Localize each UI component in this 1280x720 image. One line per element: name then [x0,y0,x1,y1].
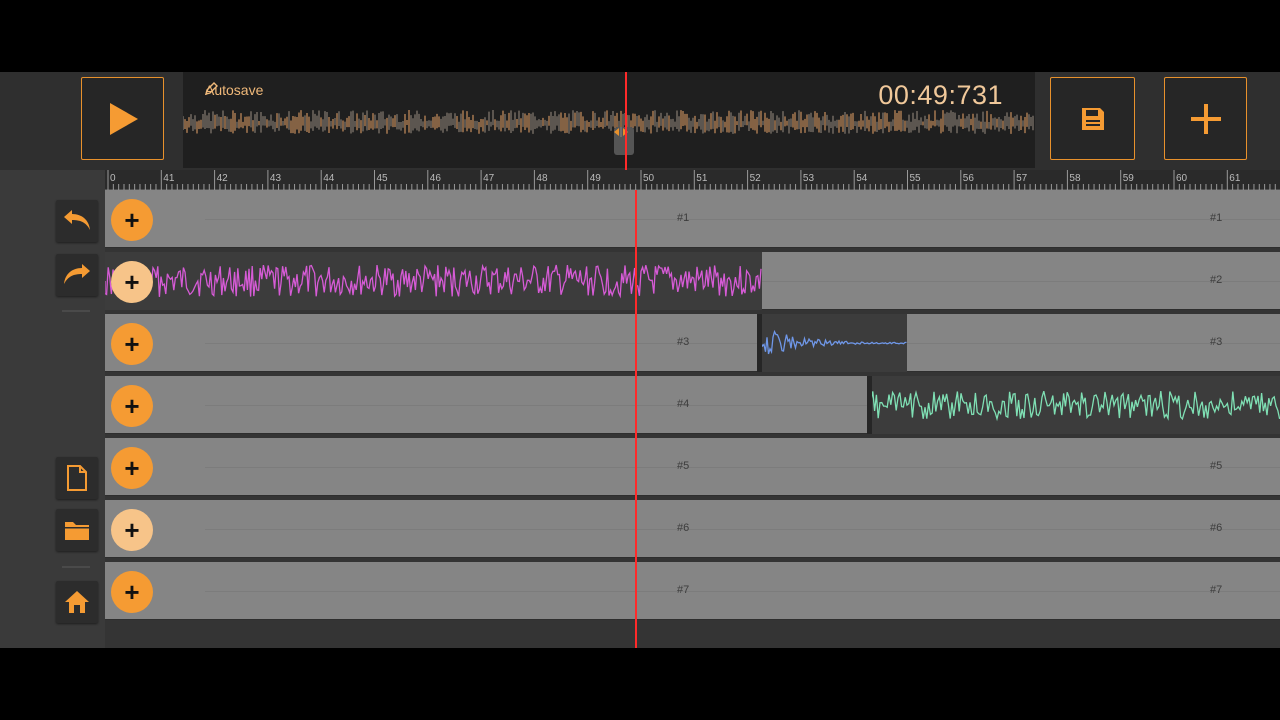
clip-trim-handle[interactable] [757,314,762,372]
track-6[interactable]: #6 #6 + [105,500,1280,558]
waveform-path [870,390,1280,422]
top-toolbar: Autosave 00:49:731 [0,72,1280,170]
track-center-line [205,219,1280,220]
save-button[interactable] [1050,77,1135,160]
file-icon [67,465,87,491]
play-icon [109,102,138,135]
undo-button[interactable] [56,200,98,242]
ruler-tick-label: 41 [163,173,175,184]
toolbar-separator [62,310,90,312]
track-label: #5 [1210,460,1223,472]
time-ruler[interactable]: 0 41 42 43 44 45 46 47 48 49 50 51 52 53 54 55 56 57 58 59 6… [105,170,1280,190]
track-label: #4 [677,398,690,410]
track-center-line [205,343,1280,344]
playhead[interactable] [635,190,637,648]
autosave-toggle[interactable]: Autosave [205,82,263,98]
home-icon [65,591,89,613]
play-button[interactable] [81,77,164,160]
ruler-tick-label: 52 [750,173,762,184]
toolbar-separator [62,566,90,568]
waveform-path [105,263,762,299]
ruler-tick-label: 43 [270,173,282,184]
overview-waveform[interactable]: Autosave 00:49:731 [183,72,1035,168]
open-folder-button[interactable] [56,509,98,551]
add-track-button[interactable] [1164,77,1247,160]
playhead-overview[interactable] [625,72,627,170]
plus-icon [1190,103,1221,134]
track-center-line [205,591,1280,592]
ruler-tick-label: 60 [1176,173,1188,184]
ruler-tick-label: 54 [856,173,868,184]
ruler-tick-label: 42 [217,173,229,184]
track-3[interactable]: #3 #3 + [105,314,1280,372]
time-display: 00:49:731 [878,80,1003,110]
track-label: #7 [677,584,690,596]
add-clip-button[interactable]: + [111,323,153,365]
ruler-tick-label: 0 [110,173,116,184]
audio-editor: Autosave 00:49:731 0 41 42 43 44 45 46 47 48 49 50… [0,72,1280,648]
track-label: #6 [677,522,690,534]
ruler-tick-label: 44 [323,173,335,184]
pencil-icon [205,82,218,95]
clip-waveform [870,390,1280,422]
add-clip-button[interactable]: + [111,199,153,241]
track-label: #3 [677,336,690,348]
audio-clip[interactable] [105,252,762,310]
clip-waveform [760,329,907,355]
ruler-tick-label: 59 [1123,173,1135,184]
ruler-tick-label: 55 [910,173,922,184]
track-label: #1 [677,212,690,224]
audio-clip[interactable] [867,376,1280,434]
home-button[interactable] [56,581,98,623]
clip-trim-handle[interactable] [867,376,872,434]
track-2[interactable]: #2 #2 + [105,252,1280,310]
track-5[interactable]: #5 #5 + [105,438,1280,496]
ruler-tick-label: 51 [696,173,708,184]
track-label: #5 [677,460,690,472]
track-center-line [205,529,1280,530]
waveform-path [760,329,907,355]
time-ruler-ticks: 0 41 42 43 44 45 46 47 48 49 50 51 52 53 54 55 56 57 58 59 6… [107,170,1276,190]
add-clip-button[interactable]: + [111,261,153,303]
ruler-tick-label: 56 [963,173,975,184]
track-1[interactable]: #1 #1 + [105,190,1280,248]
ruler-tick-label: 49 [590,173,602,184]
ruler-tick-label: 57 [1016,173,1028,184]
new-file-button[interactable] [56,457,98,499]
ruler-tick-label: 53 [803,173,815,184]
track-label: #2 [1210,274,1223,286]
ruler-tick-label: 58 [1069,173,1081,184]
track-center-line [205,467,1280,468]
track-4[interactable]: #4 #4 + [105,376,1280,434]
track-7[interactable]: #7 #7 + [105,562,1280,620]
undo-icon [64,210,90,230]
track-area: #1 #1 + #2 #2 + #3 #3 + #4 [105,190,1280,648]
overview-scrub-handle[interactable] [614,127,634,155]
add-clip-button[interactable]: + [111,509,153,551]
add-clip-button[interactable]: + [111,447,153,489]
track-label: #3 [1210,336,1223,348]
track-label: #7 [1210,584,1223,596]
ruler-tick-label: 45 [377,173,389,184]
track-label: #6 [1210,522,1223,534]
ruler-tick-label: 48 [536,173,548,184]
redo-button[interactable] [56,254,98,296]
add-clip-button[interactable]: + [111,571,153,613]
ruler-tick-label: 47 [483,173,495,184]
ruler-tick-label: 46 [430,173,442,184]
ruler-tick-label: 50 [643,173,655,184]
save-icon [1081,107,1104,130]
redo-icon [64,264,90,284]
track-label: #1 [1210,212,1223,224]
audio-clip[interactable] [757,314,907,372]
add-clip-button[interactable]: + [111,385,153,427]
folder-icon [65,522,89,540]
ruler-tick-label: 61 [1229,173,1241,184]
clip-waveform [105,263,762,299]
